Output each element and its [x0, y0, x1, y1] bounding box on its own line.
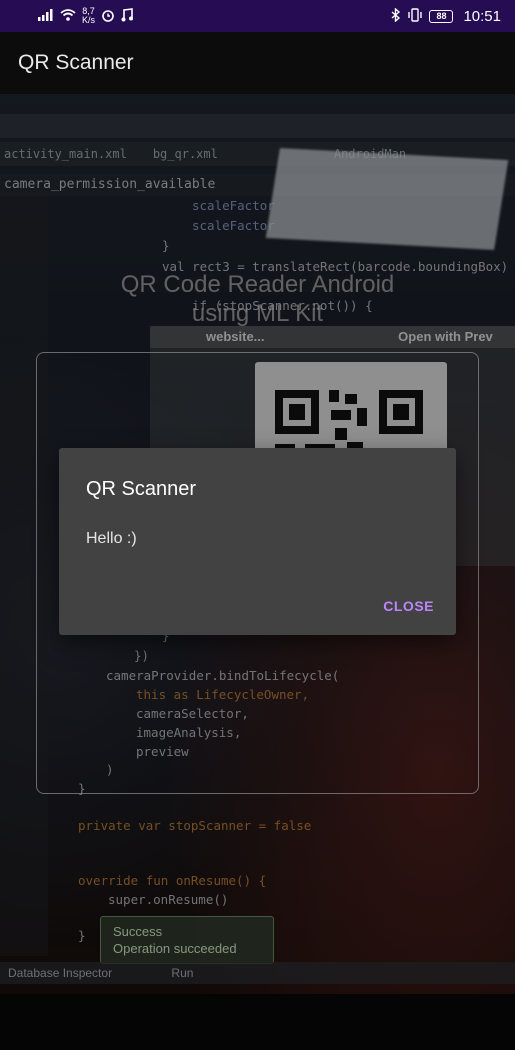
vibrate-icon [407, 7, 423, 25]
alert-dialog: QR Scanner Hello :) CLOSE [59, 448, 456, 635]
music-note-icon [121, 7, 134, 25]
signal-icon [38, 8, 54, 24]
dialog-message: Hello :) [86, 530, 137, 547]
clock: 10:51 [463, 7, 501, 25]
status-icons-left: 8,7 K/s [38, 7, 134, 25]
wifi-icon [60, 8, 76, 24]
dialog-title: QR Scanner [86, 478, 197, 500]
bluetooth-icon [391, 6, 401, 25]
app-title: QR Scanner [18, 51, 134, 74]
network-speed: 8,7 K/s [82, 7, 95, 25]
network-speed-unit: K/s [82, 15, 96, 25]
app-bar: QR Scanner [0, 32, 515, 94]
alarm-icon [101, 8, 115, 25]
battery-level: 88 [436, 11, 447, 21]
status-icons-right: 88 10:51 [391, 6, 501, 25]
bottom-strip [0, 994, 515, 1050]
battery-icon: 88 [429, 9, 454, 23]
close-button[interactable]: CLOSE [383, 598, 434, 614]
status-bar: 8,7 K/s 88 10:51 [0, 0, 515, 32]
